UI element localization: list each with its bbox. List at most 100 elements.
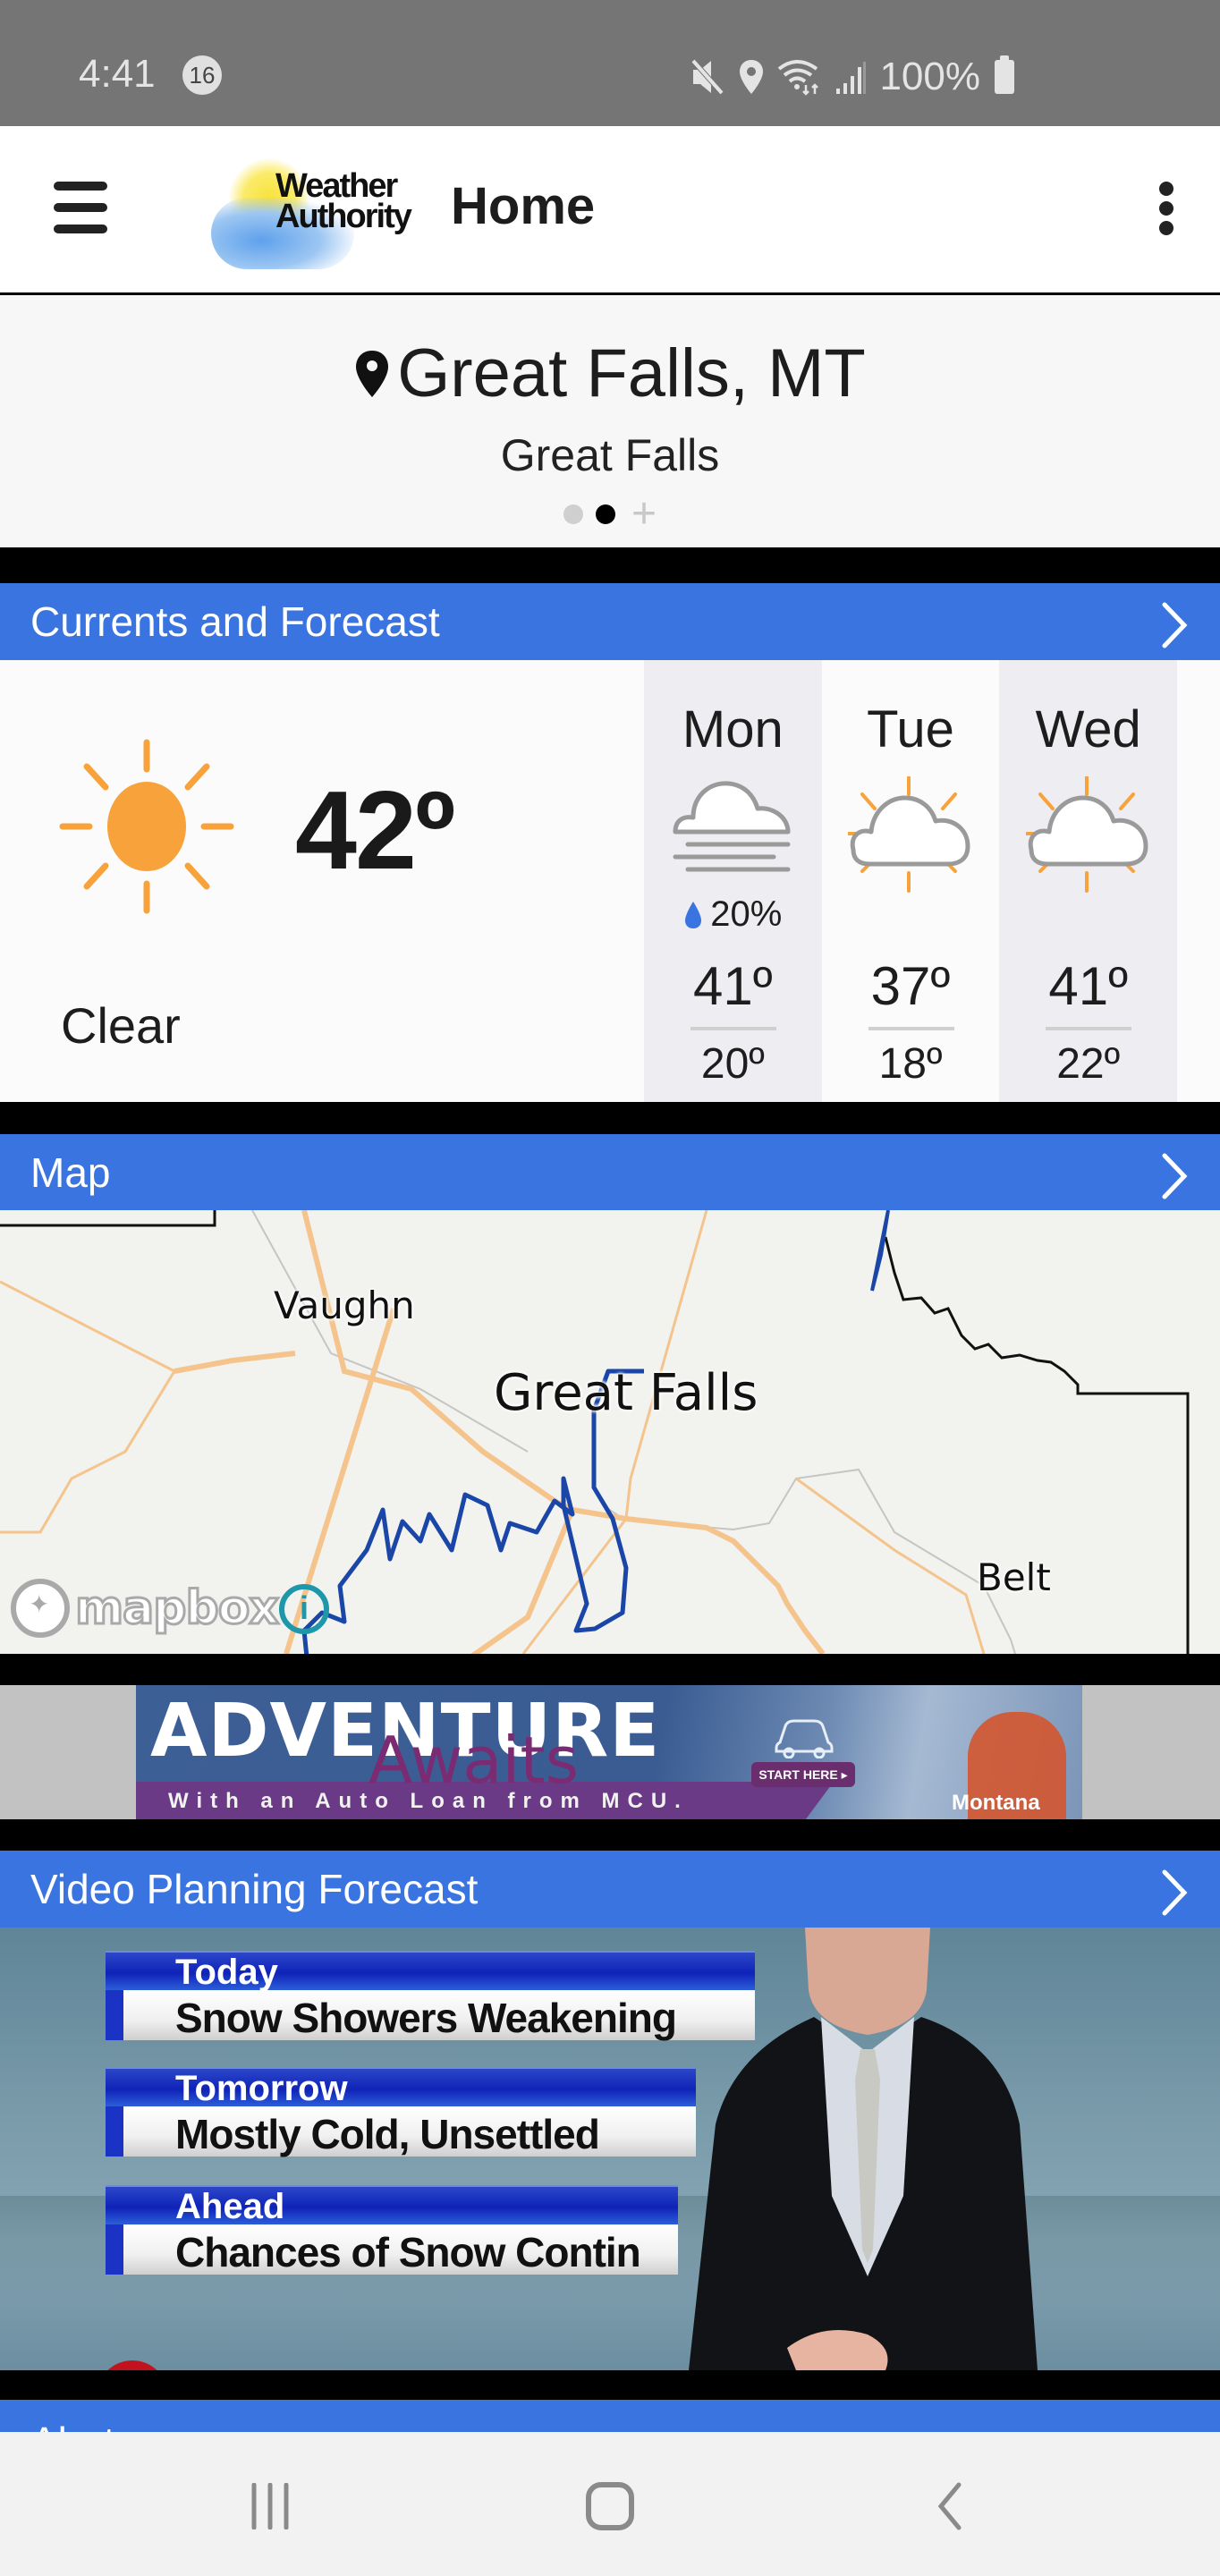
- ad-start-here-button[interactable]: START HERE ▸: [751, 1762, 855, 1787]
- chevron-right-icon: [1162, 1869, 1188, 1916]
- battery-icon: [995, 55, 1014, 94]
- status-time: 4:41: [79, 52, 156, 96]
- wifi-icon: [778, 60, 819, 96]
- forecast-row-tomorrow: Tomorrow Mostly Cold, Unsettled: [106, 2067, 696, 2157]
- section-header-map[interactable]: Map: [0, 1134, 1220, 1211]
- location-header[interactable]: Great Falls, MT Great Falls +: [0, 295, 1220, 547]
- forecast-row-label-text: Today: [175, 1953, 278, 1992]
- battery-percent: 100%: [879, 55, 980, 98]
- car-icon: [775, 1719, 834, 1758]
- ad-brand: Montana: [952, 1791, 1040, 1815]
- forecast-row-value: Snow Showers Weakening: [106, 1990, 755, 2041]
- forecast-day-name: Tue: [867, 700, 954, 758]
- forecast-high: 37º: [870, 956, 951, 1016]
- sun-icon: [59, 739, 234, 914]
- forecast-row-ahead: Ahead Chances of Snow Contin: [106, 2185, 678, 2275]
- app-bar: Weather Authority Home: [0, 126, 1220, 292]
- section-header-video[interactable]: Video Planning Forecast: [0, 1851, 1220, 1928]
- section-header-currents[interactable]: Currents and Forecast: [0, 583, 1220, 660]
- forecast-day[interactable]: Tue 37º 18º: [822, 660, 1000, 1102]
- hi-lo-divider: [690, 1027, 776, 1030]
- map-label-vaughn: Vaughn: [274, 1284, 415, 1327]
- page-title: Home: [451, 177, 596, 235]
- location-station: Great Falls: [500, 430, 720, 480]
- recent-apps-icon: [251, 2483, 289, 2529]
- home-icon: [586, 2482, 634, 2530]
- hi-lo-divider: [868, 1027, 954, 1030]
- mapbox-wordmark: mapbox: [74, 1580, 281, 1637]
- system-nav-bar: [0, 2432, 1220, 2576]
- forecast-row-value-text: Mostly Cold, Unsettled: [175, 2111, 600, 2157]
- forecast-row-label: Ahead: [106, 2185, 678, 2226]
- forecast-day[interactable]: Mon 20% 41º 20º: [644, 660, 822, 1102]
- location-icon: [740, 60, 764, 94]
- more-options-button[interactable]: [1159, 182, 1177, 235]
- more-vert-dot: [1159, 182, 1173, 196]
- map-view[interactable]: Vaughn Great Falls Belt mapbox i: [0, 1210, 1220, 1654]
- forecast-row-label-text: Tomorrow: [175, 2069, 348, 2108]
- notification-count-badge: 16: [182, 55, 222, 95]
- currents-panel[interactable]: 42º Clear Mon 20% 41º 20º Tue 37º 18º We…: [0, 660, 1220, 1102]
- forecast-day-name: Mon: [682, 700, 784, 758]
- back-button[interactable]: [914, 2479, 986, 2534]
- recent-apps-button[interactable]: [234, 2479, 306, 2534]
- current-condition: Clear: [61, 997, 181, 1054]
- partly-sunny-icon: [822, 776, 1000, 893]
- mapbox-logo-icon: [11, 1579, 70, 1638]
- ad-container: With an Auto Loan from MCU. ADVENTURE Aw…: [0, 1685, 1220, 1819]
- raindrop-icon: [685, 901, 702, 928]
- forecast-days: Mon 20% 41º 20º Tue 37º 18º Wed 41º 22º: [644, 660, 1178, 1102]
- forecast-low: 18º: [878, 1040, 943, 1088]
- pager-dot[interactable]: [563, 504, 583, 524]
- precip-chance: 20%: [710, 894, 783, 934]
- menu-line: [54, 203, 107, 212]
- pager-dot-active[interactable]: [595, 504, 615, 524]
- presenter-image: [689, 1928, 1038, 2370]
- fog-cloud-icon: [644, 776, 822, 875]
- weather-authority-logo: Weather Authority: [211, 153, 424, 269]
- video-player[interactable]: Today Snow Showers Weakening Tomorrow Mo…: [0, 1928, 1220, 2370]
- add-location-button[interactable]: +: [631, 493, 657, 536]
- logo-line-1: Weather: [275, 167, 398, 205]
- forecast-high: 41º: [1048, 956, 1128, 1016]
- chevron-right-icon: [1162, 1153, 1188, 1199]
- signal-icon: [836, 62, 867, 94]
- forecast-day-name: Wed: [1035, 700, 1141, 758]
- logo-text: Weather Authority: [275, 167, 412, 233]
- location-pin-icon: [356, 350, 389, 397]
- forecast-row-label: Tomorrow: [106, 2067, 696, 2108]
- mapbox-attribution[interactable]: mapbox: [11, 1579, 281, 1638]
- home-button[interactable]: [574, 2479, 646, 2534]
- forecast-row-label: Today: [106, 1951, 755, 1992]
- forecast-row-value: Chances of Snow Contin: [106, 2224, 678, 2275]
- forecast-row-value: Mostly Cold, Unsettled: [106, 2106, 696, 2157]
- ad-banner[interactable]: With an Auto Loan from MCU. ADVENTURE Aw…: [136, 1685, 1082, 1819]
- forecast-row-value-text: Snow Showers Weakening: [175, 1995, 677, 2041]
- back-icon: [937, 2482, 962, 2530]
- forecast-row-value-text: Chances of Snow Contin: [175, 2229, 641, 2275]
- forecast-day[interactable]: Wed 41º 22º: [999, 660, 1178, 1102]
- map-info-button[interactable]: i: [279, 1584, 329, 1634]
- forecast-precip: 20%: [644, 894, 822, 935]
- current-conditions: 42º Clear: [0, 660, 644, 1102]
- chevron-right-icon: [1162, 602, 1188, 648]
- forecast-low: 22º: [1056, 1040, 1121, 1088]
- location-pager: +: [0, 493, 1220, 536]
- hi-lo-divider: [1046, 1027, 1132, 1030]
- section-title: Video Planning Forecast: [30, 1866, 479, 1912]
- section-header-alerts[interactable]: Alerts: [0, 2400, 1220, 2432]
- status-bar: 4:41 16 100%: [0, 0, 1220, 126]
- location-title: Great Falls, MT: [0, 335, 1220, 412]
- partly-sunny-icon: [999, 776, 1177, 893]
- forecast-low: 20º: [700, 1040, 765, 1088]
- menu-line: [54, 225, 107, 233]
- mute-icon: [691, 59, 724, 95]
- forecast-row-today: Today Snow Showers Weakening: [106, 1951, 755, 2041]
- section-title: Map: [30, 1149, 111, 1196]
- map-label-great-falls: Great Falls: [494, 1364, 758, 1422]
- forecast-row-label-text: Ahead: [175, 2187, 285, 2226]
- ad-subheadline: Awaits: [369, 1723, 580, 1798]
- hamburger-menu-button[interactable]: [54, 182, 113, 235]
- map-label-belt: Belt: [977, 1555, 1051, 1599]
- section-title: Alerts: [30, 2418, 136, 2432]
